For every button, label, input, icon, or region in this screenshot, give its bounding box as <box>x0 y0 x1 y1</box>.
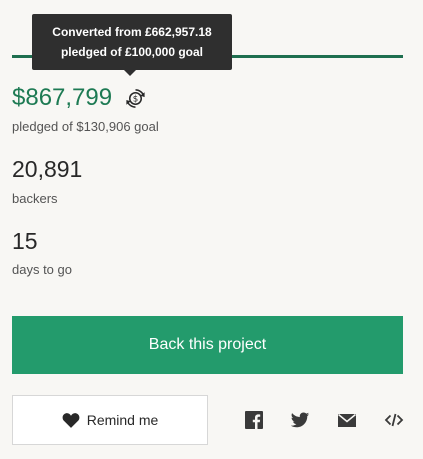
facebook-icon[interactable] <box>244 410 264 430</box>
currency-conversion-tooltip: Converted from £662,957.18 pledged of £1… <box>32 14 232 70</box>
heart-icon <box>62 412 80 428</box>
embed-icon[interactable] <box>384 410 404 430</box>
goal-text: pledged of $130,906 goal <box>12 119 159 134</box>
backers-count: 20,891 <box>12 156 83 182</box>
days-remaining-count: 15 <box>12 228 38 254</box>
tooltip-goal-line: pledged of £100,000 goal <box>60 45 204 59</box>
remind-me-button[interactable]: Remind me <box>12 395 208 445</box>
back-this-project-button[interactable]: Back this project <box>12 316 403 374</box>
days-remaining-label: days to go <box>12 262 72 277</box>
email-icon[interactable] <box>337 410 357 430</box>
tooltip-arrow <box>124 70 136 76</box>
twitter-icon[interactable] <box>290 410 310 430</box>
tooltip-converted-line: Converted from £662,957.18 <box>52 25 212 39</box>
currency-conversion-icon[interactable]: $ <box>124 87 147 110</box>
backers-label: backers <box>12 191 58 206</box>
pledged-amount: $867,799 <box>12 84 113 111</box>
remind-me-label: Remind me <box>86 412 159 428</box>
svg-text:$: $ <box>133 95 138 105</box>
